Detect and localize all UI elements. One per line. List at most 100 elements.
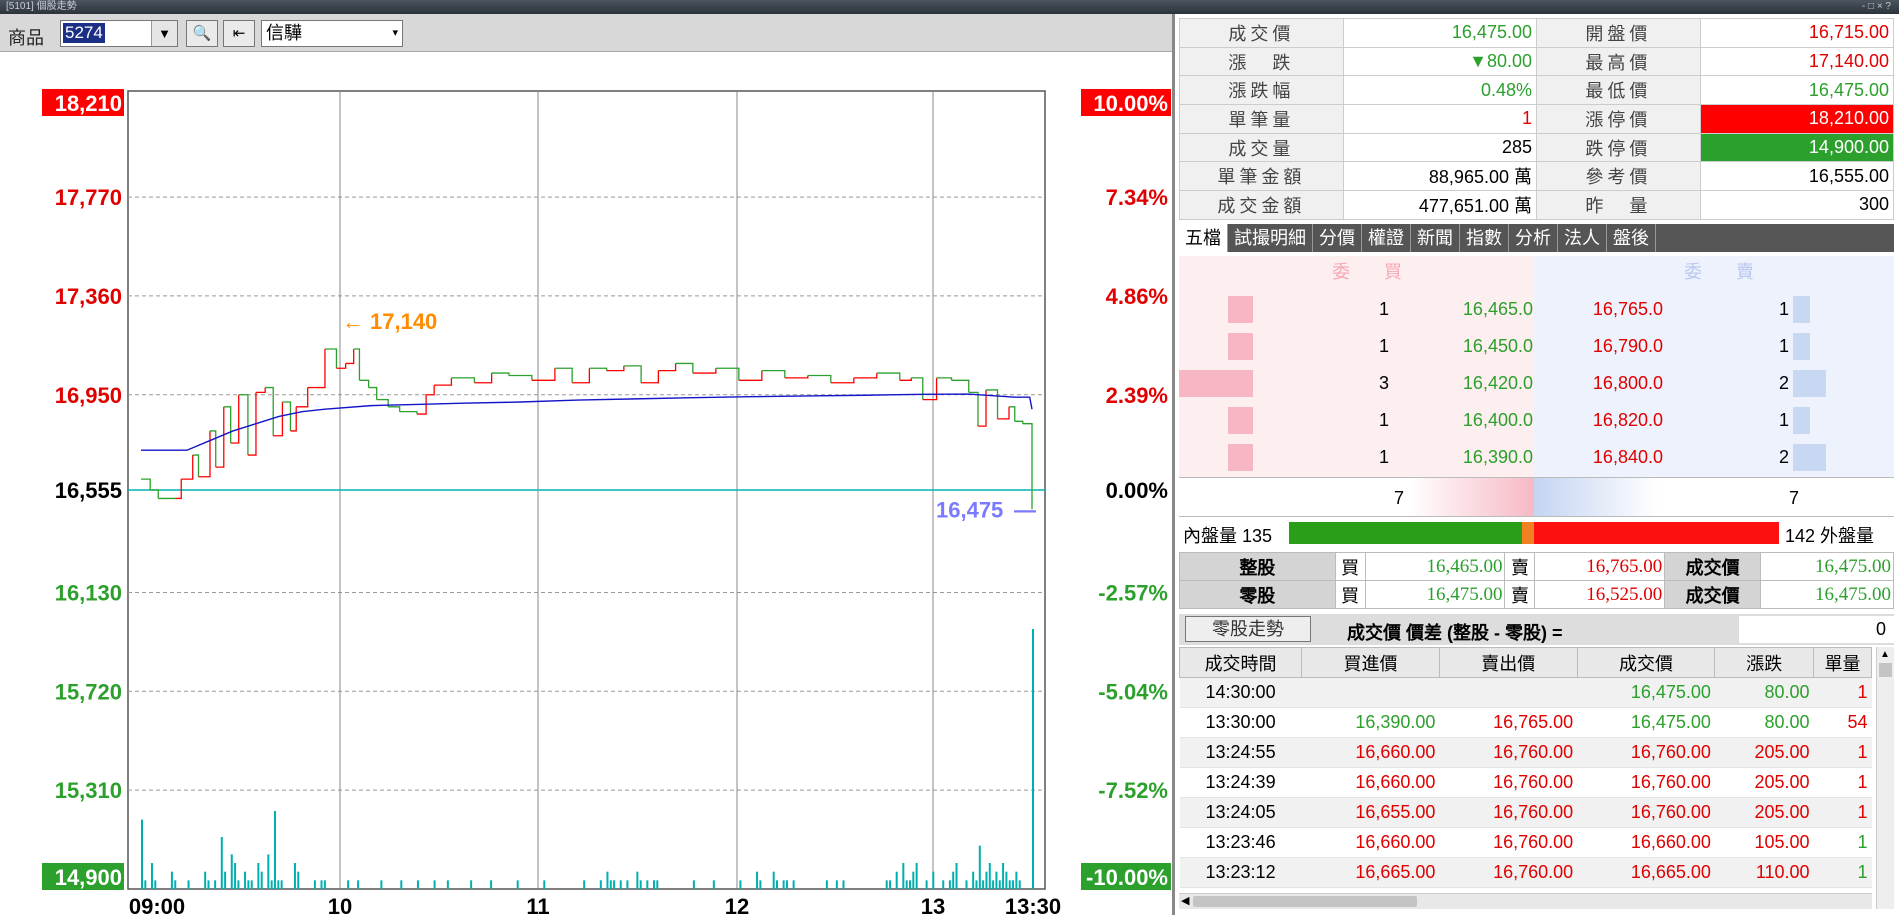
stock-code-input[interactable]: 5274 ▼ bbox=[60, 20, 178, 47]
scroll-left-icon[interactable]: ◀ bbox=[1181, 894, 1189, 907]
chevron-down-icon[interactable]: ▼ bbox=[151, 21, 177, 46]
tick-cell: 16,475.00 bbox=[1577, 677, 1715, 708]
diff-value: 0 bbox=[1739, 616, 1894, 643]
bid-qty: 1 bbox=[1378, 447, 1389, 467]
scroll-thumb[interactable] bbox=[1879, 663, 1892, 677]
tick-cell: 16,760.00 bbox=[1439, 797, 1578, 828]
tick-cell: 16,660.00 bbox=[1301, 827, 1440, 858]
high-annotation: 17,140 bbox=[370, 309, 437, 334]
tick-header-row: 成交時間 買進價 賣出價 成交價 漲跌 單量 bbox=[1179, 647, 1872, 678]
volume-bar bbox=[772, 871, 775, 889]
volume-bar bbox=[433, 880, 436, 889]
horizontal-scrollbar[interactable]: ◀ bbox=[1179, 893, 1872, 909]
column-header[interactable]: 成交時間 bbox=[1179, 647, 1303, 678]
pct-tick-label: -2.57% bbox=[1098, 580, 1168, 605]
table-row: 13:24:39 16,660.00 16,760.00 16,760.00 205.0… bbox=[1179, 767, 1872, 798]
tick-cell: 110.00 bbox=[1714, 857, 1814, 888]
quote-value: 16,555.00 bbox=[1699, 161, 1895, 192]
tick-cell: 1 bbox=[1813, 767, 1872, 798]
tick-cell: 16,760.00 bbox=[1439, 737, 1578, 768]
table-row: 13:30:00 16,390.00 16,765.00 16,475.00 80.00… bbox=[1179, 707, 1872, 738]
odd-lot-trend-button[interactable]: 零股走勢 bbox=[1185, 616, 1311, 642]
scroll-thumb-h[interactable] bbox=[1193, 896, 1417, 907]
tab-0[interactable]: 五檔 bbox=[1179, 224, 1228, 252]
bid-price: 16,420.0 bbox=[1462, 373, 1533, 393]
volume-bar bbox=[293, 863, 296, 889]
volume-bar bbox=[692, 880, 695, 889]
tick-cell: 16,760.00 bbox=[1577, 737, 1715, 768]
x-tick-label: 13:30 bbox=[1005, 894, 1061, 915]
volume-bar bbox=[842, 880, 845, 889]
lot-row: 零股買 16,475.00 賣 16,525.00 成交價 16,475.00 bbox=[1179, 580, 1894, 609]
volume-bar bbox=[357, 880, 360, 889]
magnifier-icon[interactable]: 🔍 bbox=[186, 20, 218, 47]
volume-bar bbox=[626, 880, 629, 889]
quote-value: 285 bbox=[1342, 132, 1537, 163]
bid-qty: 1 bbox=[1378, 410, 1389, 430]
orderbook-row: 1 16,390.0 16,840.0 2 bbox=[1179, 438, 1894, 474]
tab-6[interactable]: 分析 bbox=[1509, 224, 1558, 252]
x-tick-label: 09:00 bbox=[129, 894, 185, 915]
quote-key: 漲 跌 bbox=[1179, 46, 1344, 77]
stock-name: 信驊 bbox=[266, 23, 302, 43]
tab-7[interactable]: 法人 bbox=[1558, 224, 1607, 252]
lot-row: 整股買 16,465.00 賣 16,765.00 成交價 16,475.00 bbox=[1179, 552, 1894, 581]
window-controls[interactable]: - □ × ? bbox=[1862, 1, 1891, 13]
volume-bar bbox=[739, 880, 742, 889]
volume-bar bbox=[925, 880, 928, 889]
tick-cell: 205.00 bbox=[1714, 797, 1814, 828]
quote-key: 開盤價 bbox=[1535, 18, 1701, 48]
orderbook-row: 1 16,465.0 16,765.0 1 bbox=[1179, 290, 1894, 326]
column-header[interactable]: 賣出價 bbox=[1438, 647, 1578, 678]
volume-bar bbox=[942, 880, 945, 889]
tab-2[interactable]: 分價 bbox=[1313, 224, 1362, 252]
column-header[interactable]: 漲跌 bbox=[1714, 647, 1815, 678]
tab-3[interactable]: 權證 bbox=[1362, 224, 1411, 252]
quote-value: 14,900.00 bbox=[1699, 132, 1895, 163]
volume-bar bbox=[932, 871, 935, 889]
column-header[interactable]: 買進價 bbox=[1301, 647, 1440, 678]
stock-name-select[interactable]: 信驊 ▾ bbox=[261, 20, 403, 47]
quote-value: 0.48% bbox=[1342, 75, 1537, 106]
column-header[interactable]: 成交價 bbox=[1576, 647, 1716, 678]
volume-bar bbox=[583, 880, 586, 889]
ask-qty-bar bbox=[1793, 444, 1827, 471]
quote-value: 477,651.00 萬 bbox=[1342, 190, 1537, 220]
pct-tick-label: 10.00% bbox=[1093, 91, 1168, 116]
volume-bar bbox=[1018, 880, 1021, 889]
bid-qty: 3 bbox=[1378, 373, 1389, 393]
volume-bar bbox=[204, 871, 207, 889]
tab-8[interactable]: 盤後 bbox=[1607, 224, 1656, 252]
table-row: 13:24:55 16,660.00 16,760.00 16,760.00 205.0… bbox=[1179, 737, 1872, 768]
quote-key: 參考價 bbox=[1535, 161, 1701, 192]
volume-bar bbox=[656, 880, 659, 889]
column-header[interactable]: 單量 bbox=[1813, 647, 1872, 678]
ask-qty: 1 bbox=[1778, 336, 1789, 356]
volume-bar bbox=[260, 871, 263, 889]
x-tick-label: 11 bbox=[526, 894, 549, 915]
vertical-scrollbar[interactable]: ▲ bbox=[1876, 647, 1894, 909]
arrow-icon[interactable]: ⇤ bbox=[223, 20, 255, 47]
volume-bar bbox=[1002, 863, 1005, 889]
scroll-up-icon[interactable]: ▲ bbox=[1880, 649, 1890, 660]
tab-5[interactable]: 指數 bbox=[1460, 224, 1509, 252]
buy-label: 買 bbox=[1334, 580, 1366, 609]
quote-value: 1 bbox=[1342, 104, 1537, 134]
volume-bar bbox=[978, 845, 981, 889]
bid-qty-bar bbox=[1228, 296, 1253, 323]
quote-value: 18,210.00 bbox=[1699, 104, 1895, 134]
outer-volume-fill bbox=[1533, 522, 1779, 544]
lot-trade: 16,475.00 bbox=[1760, 552, 1894, 581]
volume-bar bbox=[988, 863, 991, 889]
y-tick-label: 18,210 bbox=[55, 91, 122, 116]
y-tick-label: 16,130 bbox=[55, 580, 122, 605]
volume-bar bbox=[277, 880, 280, 889]
volume-bar bbox=[972, 871, 975, 889]
ask-total-gradient bbox=[1534, 478, 1659, 516]
quote-key: 最高價 bbox=[1535, 46, 1701, 77]
tab-1[interactable]: 試撮明細 bbox=[1228, 224, 1313, 252]
tab-4[interactable]: 新聞 bbox=[1411, 224, 1460, 252]
volume-bar bbox=[400, 880, 403, 889]
volume-bar bbox=[1008, 880, 1011, 889]
x-tick-label: 12 bbox=[725, 894, 749, 915]
